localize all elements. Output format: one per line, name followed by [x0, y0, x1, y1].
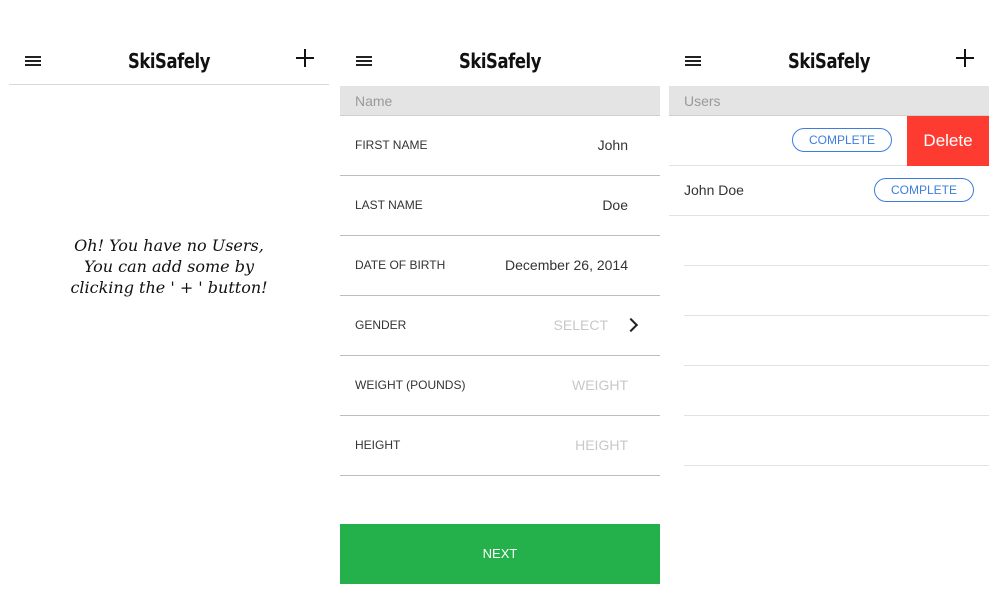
add-user-icon[interactable]	[295, 48, 315, 68]
list-separator	[684, 265, 989, 266]
chevron-right-icon[interactable]	[623, 317, 639, 333]
empty-message-line: clicking the ' + ' button!	[70, 278, 268, 297]
height-input[interactable]: HEIGHT	[575, 437, 628, 453]
user-row-swiped[interactable]: COMPLETE Delete	[669, 116, 989, 166]
complete-button[interactable]: COMPLETE	[792, 128, 892, 152]
list-separator	[684, 365, 989, 366]
field-label: HEIGHT	[355, 438, 401, 452]
first-name-field[interactable]: FIRST NAME John	[340, 116, 660, 176]
empty-message-line: You can add some by	[83, 257, 255, 276]
field-label: WEIGHT (POUNDS)	[355, 378, 466, 392]
section-header-users: Users	[669, 86, 989, 116]
empty-message-line: Oh! You have no Users,	[74, 236, 264, 255]
field-label: FIRST NAME	[355, 138, 428, 152]
delete-button[interactable]: Delete	[907, 116, 989, 166]
users-empty-screen: SkiSafely Oh! You have no Users, You can…	[9, 0, 329, 600]
empty-state-message: Oh! You have no Users, You can add some …	[9, 235, 329, 298]
date-of-birth-picker[interactable]: December 26, 2014	[505, 257, 628, 273]
section-header-label: Name	[355, 93, 393, 109]
divider	[9, 84, 329, 85]
list-separator	[684, 465, 989, 466]
list-separator	[684, 315, 989, 316]
next-button[interactable]: NEXT	[340, 524, 660, 584]
last-name-input[interactable]: Doe	[602, 197, 628, 213]
users-list-screen: SkiSafely Users COMPLETE Delete John Doe…	[669, 0, 989, 600]
last-name-field[interactable]: LAST NAME Doe	[340, 176, 660, 236]
complete-button[interactable]: COMPLETE	[874, 178, 974, 202]
section-header-name: Name	[340, 86, 660, 116]
field-label: GENDER	[355, 318, 407, 332]
weight-input[interactable]: WEIGHT	[572, 377, 628, 393]
section-header-label: Users	[684, 93, 721, 109]
weight-field[interactable]: WEIGHT (POUNDS) WEIGHT	[340, 356, 660, 416]
gender-select[interactable]: SELECT	[554, 317, 608, 333]
app-logo: SkiSafely	[787, 49, 871, 73]
add-user-icon[interactable]	[955, 48, 975, 68]
gender-field[interactable]: GENDER SELECT	[340, 296, 660, 356]
top-bar: SkiSafely	[669, 40, 989, 84]
top-bar: SkiSafely	[340, 40, 660, 84]
top-bar: SkiSafely	[9, 40, 329, 84]
field-label: DATE OF BIRTH	[355, 258, 446, 272]
user-name: John Doe	[684, 182, 744, 198]
height-field[interactable]: HEIGHT HEIGHT	[340, 416, 660, 476]
app-logo: SkiSafely	[458, 49, 542, 73]
add-user-form-screen: SkiSafely Name FIRST NAME John LAST NAME…	[340, 0, 660, 600]
first-name-input[interactable]: John	[598, 137, 628, 153]
field-label: LAST NAME	[355, 198, 423, 212]
app-logo: SkiSafely	[127, 49, 211, 73]
user-row[interactable]: John Doe COMPLETE	[669, 166, 989, 216]
date-of-birth-field[interactable]: DATE OF BIRTH December 26, 2014	[340, 236, 660, 296]
list-separator	[684, 415, 989, 416]
